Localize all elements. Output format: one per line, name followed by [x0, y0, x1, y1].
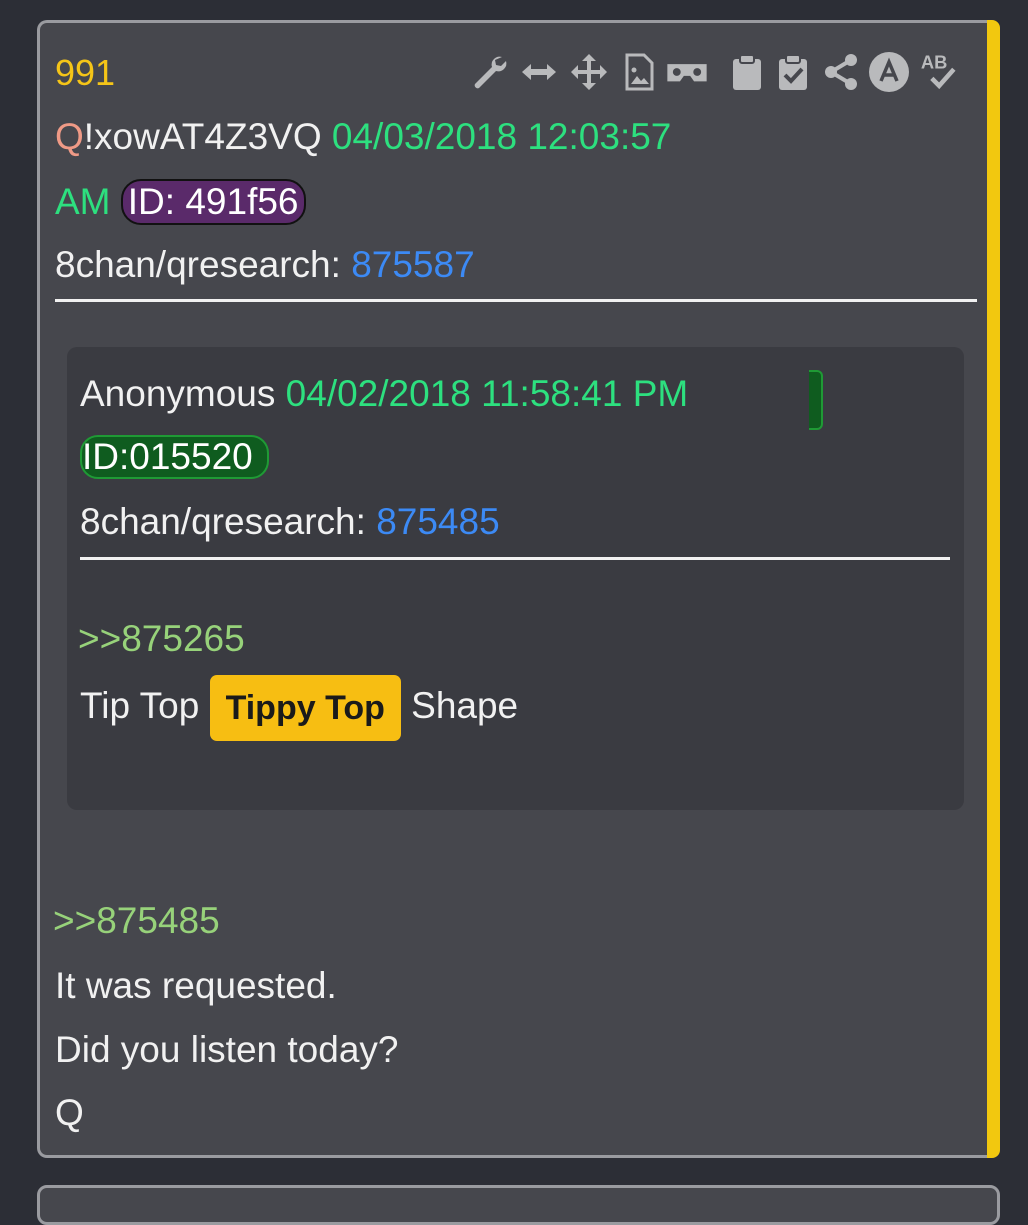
post-date-ampm: AM	[55, 181, 111, 222]
post-board-line: 8chan/qresearch: 875587	[55, 243, 475, 287]
next-post-card	[37, 1185, 1000, 1225]
spellcheck-text: AB	[921, 51, 947, 72]
body-line-2: Did you listen today?	[55, 1029, 399, 1070]
poster-name: Q	[55, 116, 84, 157]
header-divider	[55, 299, 977, 302]
post-accent-bar	[987, 20, 1000, 1158]
clipboard-icon[interactable]	[725, 49, 769, 95]
vr-headset-icon[interactable]	[665, 49, 709, 95]
a-circle-icon[interactable]	[867, 49, 911, 95]
clipboard-check-icon[interactable]	[771, 49, 815, 95]
quoted-header-divider	[80, 557, 950, 560]
quoted-poster-id-badge[interactable]: ID:015520	[80, 435, 269, 479]
post-toolbar: AB	[467, 49, 977, 95]
quoted-poster-name: Anonymous	[80, 373, 276, 414]
quoted-header-line1: Anonymous 04/02/2018 11:58:41 PM	[80, 372, 688, 416]
board-label: 8chan/qresearch:	[55, 244, 341, 285]
quoted-id-badge-tab	[809, 370, 823, 430]
quoted-board-line: 8chan/qresearch: 875485	[80, 500, 500, 544]
post-number: 991	[55, 52, 116, 93]
quoted-text-before: Tip Top	[80, 685, 200, 726]
highlight-tippy-top: Tippy Top	[209, 675, 401, 742]
arrows-horizontal-icon[interactable]	[517, 49, 561, 95]
body-line-3: Q	[55, 1092, 84, 1133]
post-card: 991 AB Q!xowAT4Z3VQ 04/03/2018 12:03:57 …	[37, 20, 987, 1158]
move-icon[interactable]	[567, 49, 611, 95]
quoted-reply-link[interactable]: >>875265	[78, 617, 245, 661]
post-header-line2: AM ID: 491f56	[55, 179, 306, 225]
image-file-icon[interactable]	[617, 49, 661, 95]
post-header-line1: Q!xowAT4Z3VQ 04/03/2018 12:03:57	[55, 115, 671, 159]
quoted-post-ref-link[interactable]: 875485	[376, 501, 499, 542]
quoted-text-after: Shape	[411, 685, 519, 726]
quoted-post-date: 04/02/2018 11:58:41 PM	[285, 373, 689, 414]
post-date: 04/03/2018 12:03:57	[331, 116, 672, 157]
quoted-header-line2: ID:015520	[80, 435, 269, 479]
body-line-1: It was requested.	[55, 965, 337, 1006]
spellcheck-icon[interactable]: AB	[919, 49, 963, 95]
wrench-icon[interactable]	[467, 49, 511, 95]
reply-link[interactable]: >>875485	[53, 899, 220, 943]
quoted-body-line: Tip Top Tippy Top Shape	[80, 671, 519, 742]
quoted-post-card: Anonymous 04/02/2018 11:58:41 PM ID:0155…	[67, 347, 964, 810]
poster-id-badge[interactable]: ID: 491f56	[120, 179, 306, 225]
post-ref-link[interactable]: 875587	[351, 244, 474, 285]
share-icon[interactable]	[819, 49, 863, 95]
poster-tripcode: !xowAT4Z3VQ	[83, 116, 322, 157]
quoted-board-label: 8chan/qresearch:	[80, 501, 366, 542]
